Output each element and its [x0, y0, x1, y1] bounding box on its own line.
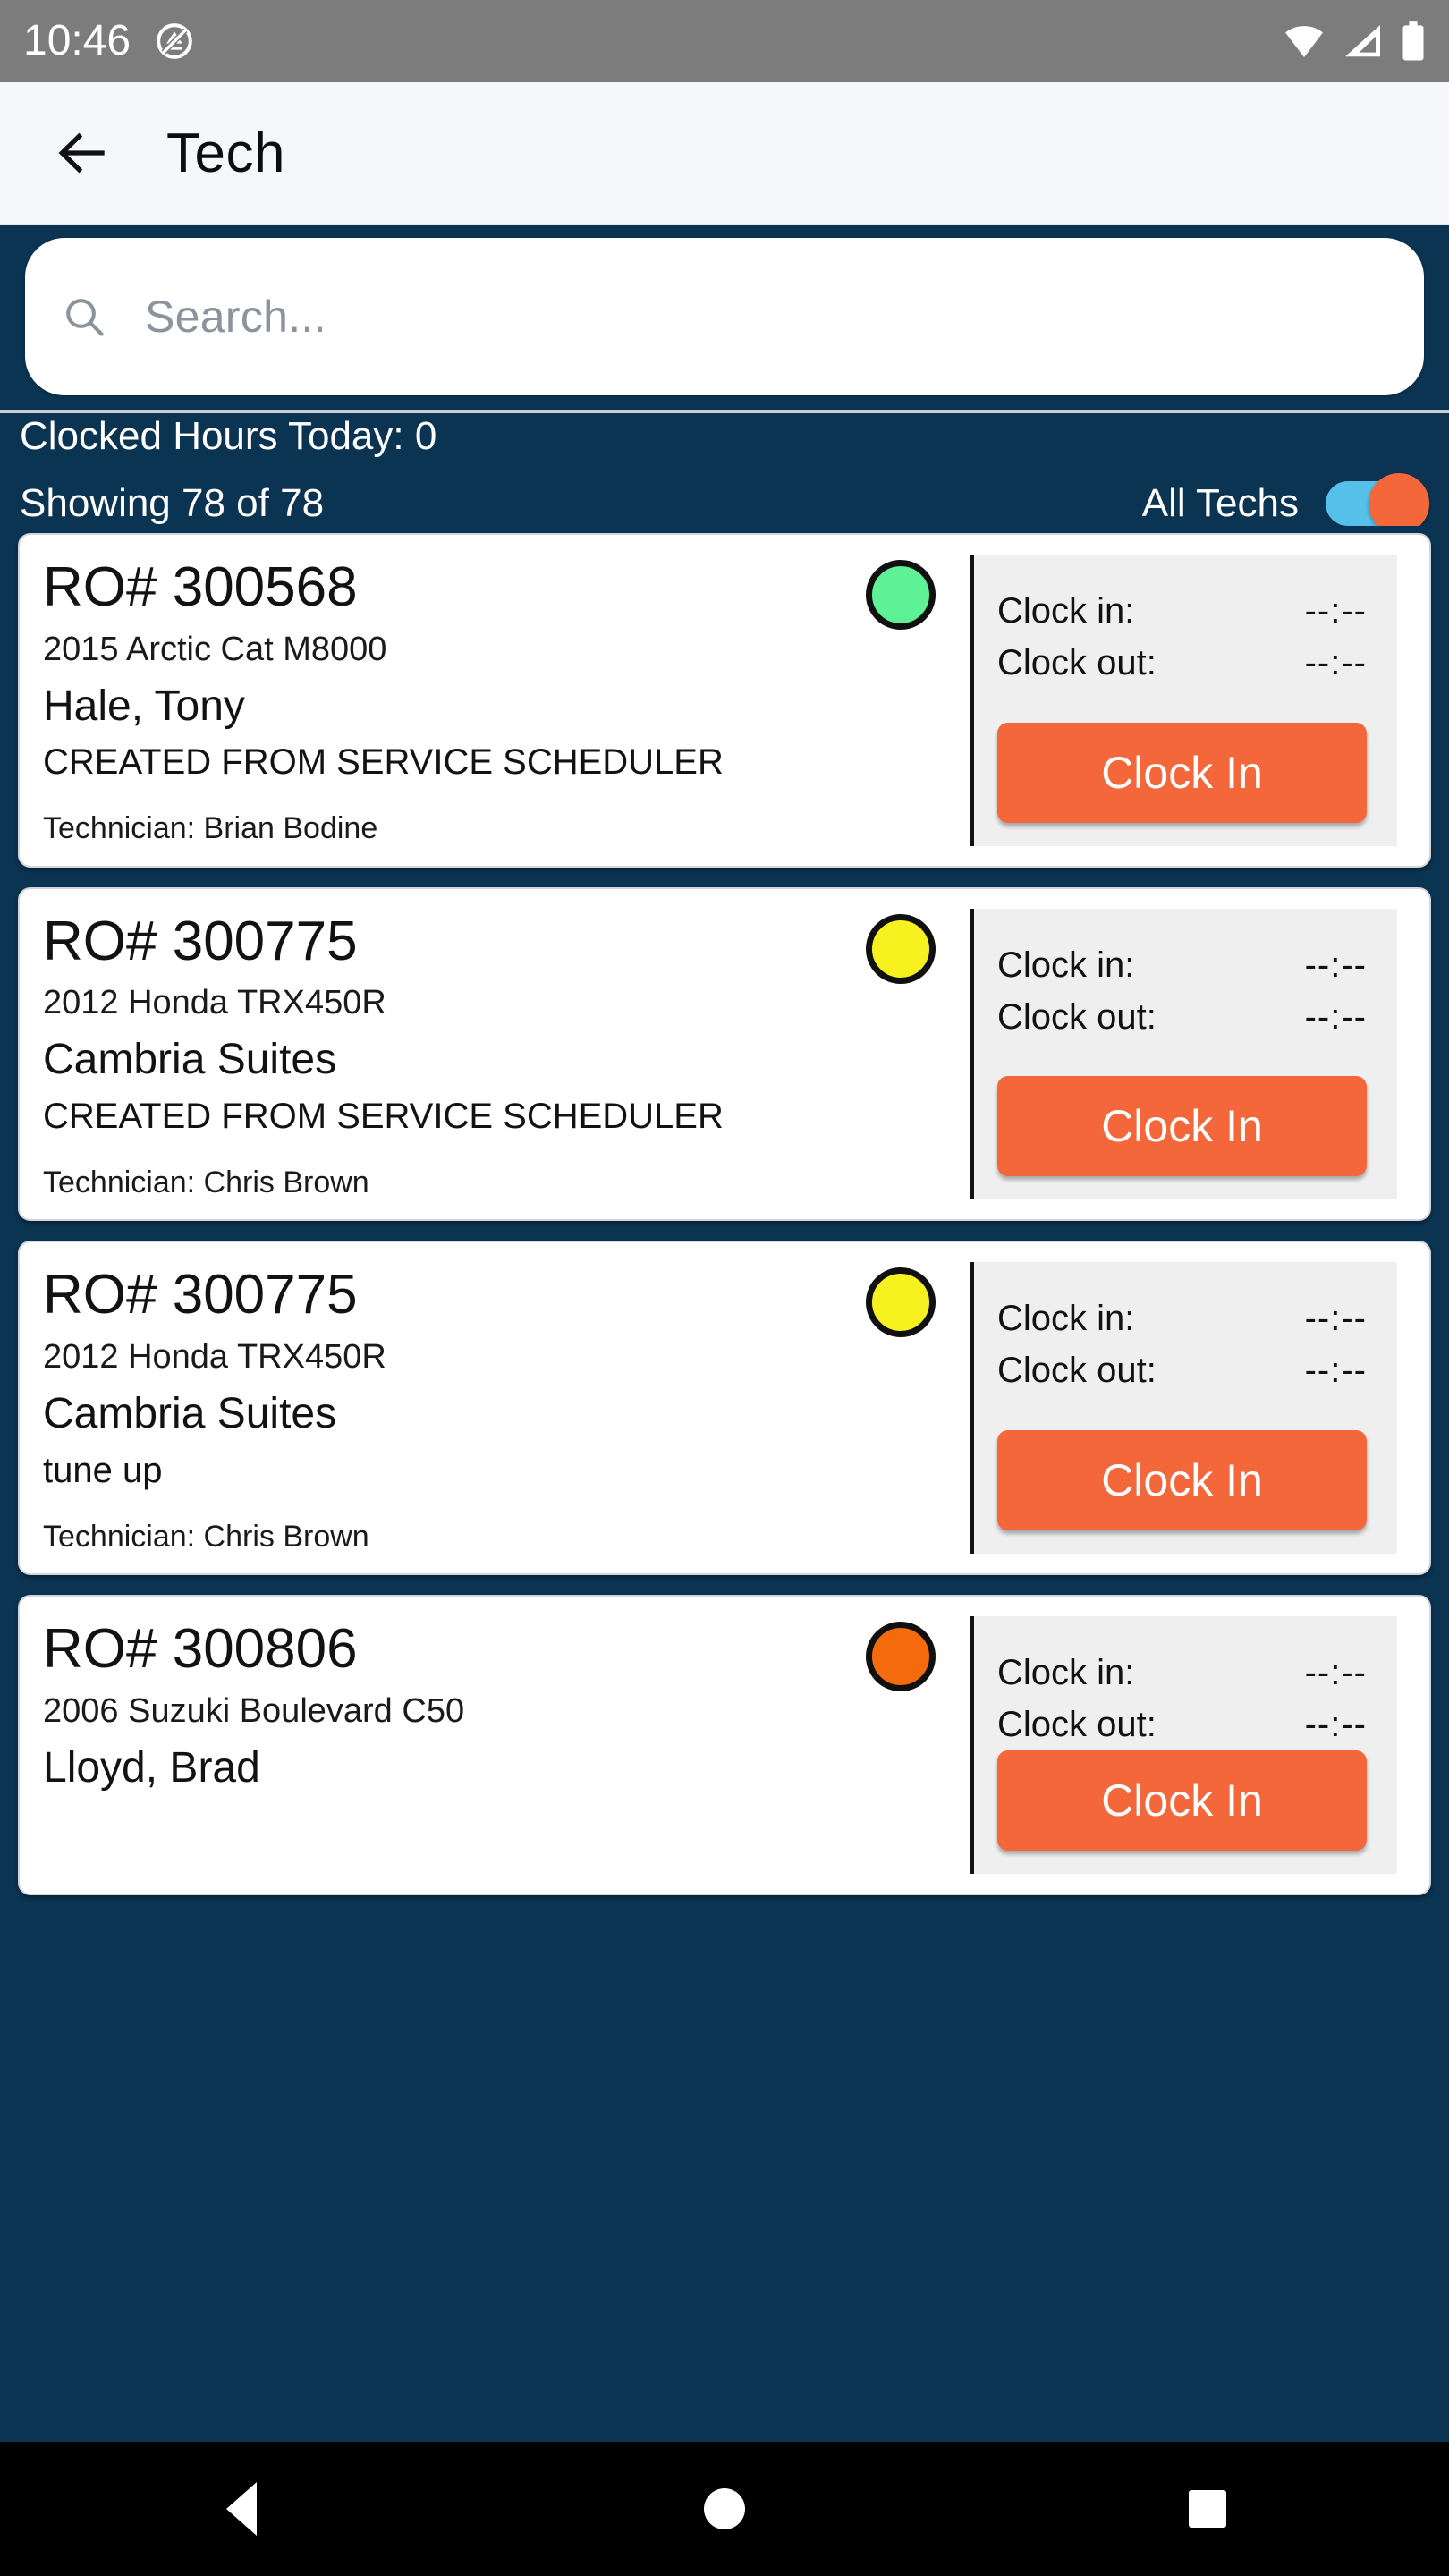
technician-name: Technician: Chris Brown	[43, 1519, 369, 1554]
cellular-icon	[1345, 25, 1380, 57]
clock-out-row-label: Clock out:	[997, 643, 1157, 682]
nav-recents-button[interactable]	[1131, 2442, 1284, 2576]
work-order-note: CREATED FROM SERVICE SCHEDULER	[43, 742, 724, 783]
search-icon	[66, 299, 104, 336]
page-title: Tech	[166, 122, 285, 184]
toggle-thumb	[1368, 473, 1429, 534]
search-bar[interactable]: Search...	[25, 238, 1424, 395]
work-order-list[interactable]: RO# 300568 2015 Arctic Cat M8000 Hale, Ton…	[0, 526, 1449, 2576]
clock-in-row-label: Clock in:	[997, 591, 1135, 631]
status-bar-clock: 10:46	[23, 17, 131, 64]
clock-out-row-label: Clock out:	[997, 996, 1157, 1037]
clock-in-button[interactable]: Clock In	[997, 1750, 1367, 1852]
all-techs-label: All Techs	[1141, 481, 1299, 525]
vehicle-description: 2012 Honda TRX450R	[43, 1338, 386, 1377]
wifi-icon	[1285, 26, 1323, 57]
technician-slot: Technician: Chris Brown	[43, 1490, 970, 1554]
technician-name: Technician: Brian Bodine	[43, 811, 378, 846]
clock-out-row: Clock out: --:--	[997, 991, 1367, 1043]
info-strip: Clocked Hours Today: 0 Showing 78 of 78 …	[0, 410, 1449, 534]
clock-out-row: Clock out: --:--	[997, 1699, 1367, 1750]
status-bar: 10:46	[0, 0, 1449, 82]
work-order-details: RO# 300806 2006 Suzuki Boulevard C50 Lloyd…	[20, 1597, 970, 1894]
clock-in-value: --:--	[1304, 1299, 1367, 1339]
ro-number: RO# 300775	[43, 1264, 358, 1326]
technician-name: Technician: Chris Brown	[43, 1165, 369, 1200]
clock-in-value: --:--	[1304, 945, 1367, 985]
status-bar-notification-icons	[154, 21, 195, 62]
work-order-details: RO# 300568 2015 Arctic Cat M8000 Hale, Ton…	[20, 535, 970, 866]
ro-number: RO# 300775	[43, 910, 358, 972]
technician-slot	[43, 1792, 970, 1822]
status-dot-green	[866, 560, 936, 630]
clock-in-button[interactable]: Clock In	[997, 722, 1367, 823]
back-button[interactable]	[50, 118, 120, 188]
clock-out-row: Clock out: --:--	[997, 1344, 1367, 1396]
dnd-icon	[157, 23, 192, 59]
work-order-card[interactable]: RO# 300775 2012 Honda TRX450R Cambria Suit…	[18, 886, 1431, 1222]
work-order-card[interactable]: RO# 300806 2006 Suzuki Boulevard C50 Lloyd…	[18, 1595, 1431, 1896]
clock-in-button[interactable]: Clock In	[997, 1430, 1367, 1531]
clock-panel: Clock in: --:-- Clock out: --:-- Clock In	[970, 1616, 1397, 1875]
battery-icon	[1402, 21, 1424, 61]
vehicle-description: 2012 Honda TRX450R	[43, 984, 386, 1022]
clock-in-row: Clock in: --:--	[997, 585, 1367, 637]
arrow-left-icon	[58, 132, 105, 174]
clock-in-value: --:--	[1304, 1653, 1367, 1693]
clock-panel: Clock in: --:-- Clock out: --:-- Clock In	[970, 908, 1397, 1200]
clock-out-row-label: Clock out:	[997, 1705, 1157, 1745]
clock-in-row-label: Clock in:	[997, 1299, 1135, 1339]
clock-in-row: Clock in: --:--	[997, 1647, 1367, 1699]
status-bar-system-icons	[1283, 21, 1426, 62]
technician-slot: Technician: Brian Bodine	[43, 782, 970, 845]
status-dot-yellow	[866, 913, 936, 984]
nav-home-icon	[704, 2488, 745, 2529]
clock-out-value: --:--	[1304, 996, 1367, 1037]
vehicle-description: 2006 Suzuki Boulevard C50	[43, 1691, 465, 1730]
clock-out-row: Clock out: --:--	[997, 637, 1367, 689]
customer-name: Cambria Suites	[43, 1036, 337, 1084]
ro-number: RO# 300806	[43, 1618, 358, 1681]
clock-out-value: --:--	[1304, 1351, 1367, 1391]
search-zone: Search...	[0, 225, 1449, 410]
clocked-hours-label: Clocked Hours Today: 0	[20, 414, 437, 458]
customer-name: Lloyd, Brad	[43, 1743, 260, 1792]
work-order-note: tune up	[43, 1450, 163, 1490]
status-dot-orange	[866, 1622, 936, 1692]
search-input[interactable]: Search...	[145, 291, 326, 343]
nav-recents-icon	[1189, 2490, 1226, 2528]
clock-panel: Clock in: --:-- Clock out: --:-- Clock In	[970, 555, 1397, 846]
work-order-card[interactable]: RO# 300775 2012 Honda TRX450R Cambria Suit…	[18, 1241, 1431, 1576]
info-second-row: Showing 78 of 78 All Techs	[20, 473, 1429, 534]
nav-back-button[interactable]	[165, 2442, 318, 2576]
clock-out-row-label: Clock out:	[997, 1351, 1157, 1391]
all-techs-toggle[interactable]	[1326, 473, 1429, 534]
customer-name: Hale, Tony	[43, 682, 245, 730]
work-order-details: RO# 300775 2012 Honda TRX450R Cambria Suit…	[20, 1242, 970, 1573]
all-techs-control: All Techs	[1141, 473, 1429, 534]
status-dot-yellow	[866, 1267, 936, 1338]
clock-in-row: Clock in: --:--	[997, 939, 1367, 991]
work-order-note: CREATED FROM SERVICE SCHEDULER	[43, 1097, 724, 1137]
nav-back-icon	[226, 2482, 257, 2536]
work-order-details: RO# 300775 2012 Honda TRX450R Cambria Suit…	[20, 889, 970, 1220]
technician-slot: Technician: Chris Brown	[43, 1136, 970, 1199]
clock-in-row: Clock in: --:--	[997, 1292, 1367, 1344]
clock-in-row-label: Clock in:	[997, 945, 1135, 985]
clock-in-row-label: Clock in:	[997, 1653, 1135, 1693]
clock-in-value: --:--	[1304, 591, 1367, 631]
work-order-card[interactable]: RO# 300568 2015 Arctic Cat M8000 Hale, Ton…	[18, 533, 1431, 868]
showing-count-label: Showing 78 of 78	[20, 481, 325, 525]
app-bar: Tech	[0, 82, 1449, 225]
android-navigation-bar	[0, 2442, 1449, 2576]
app-screen: 10:46 Tech Search... Clocked Hours Today…	[0, 0, 1449, 2576]
clock-out-value: --:--	[1304, 1705, 1367, 1745]
vehicle-description: 2015 Arctic Cat M8000	[43, 630, 387, 668]
nav-home-button[interactable]	[648, 2442, 801, 2576]
clock-in-button[interactable]: Clock In	[997, 1076, 1367, 1177]
customer-name: Cambria Suites	[43, 1389, 337, 1437]
clock-out-value: --:--	[1304, 643, 1367, 682]
clock-panel: Clock in: --:-- Clock out: --:-- Clock In	[970, 1262, 1397, 1555]
ro-number: RO# 300568	[43, 556, 358, 618]
